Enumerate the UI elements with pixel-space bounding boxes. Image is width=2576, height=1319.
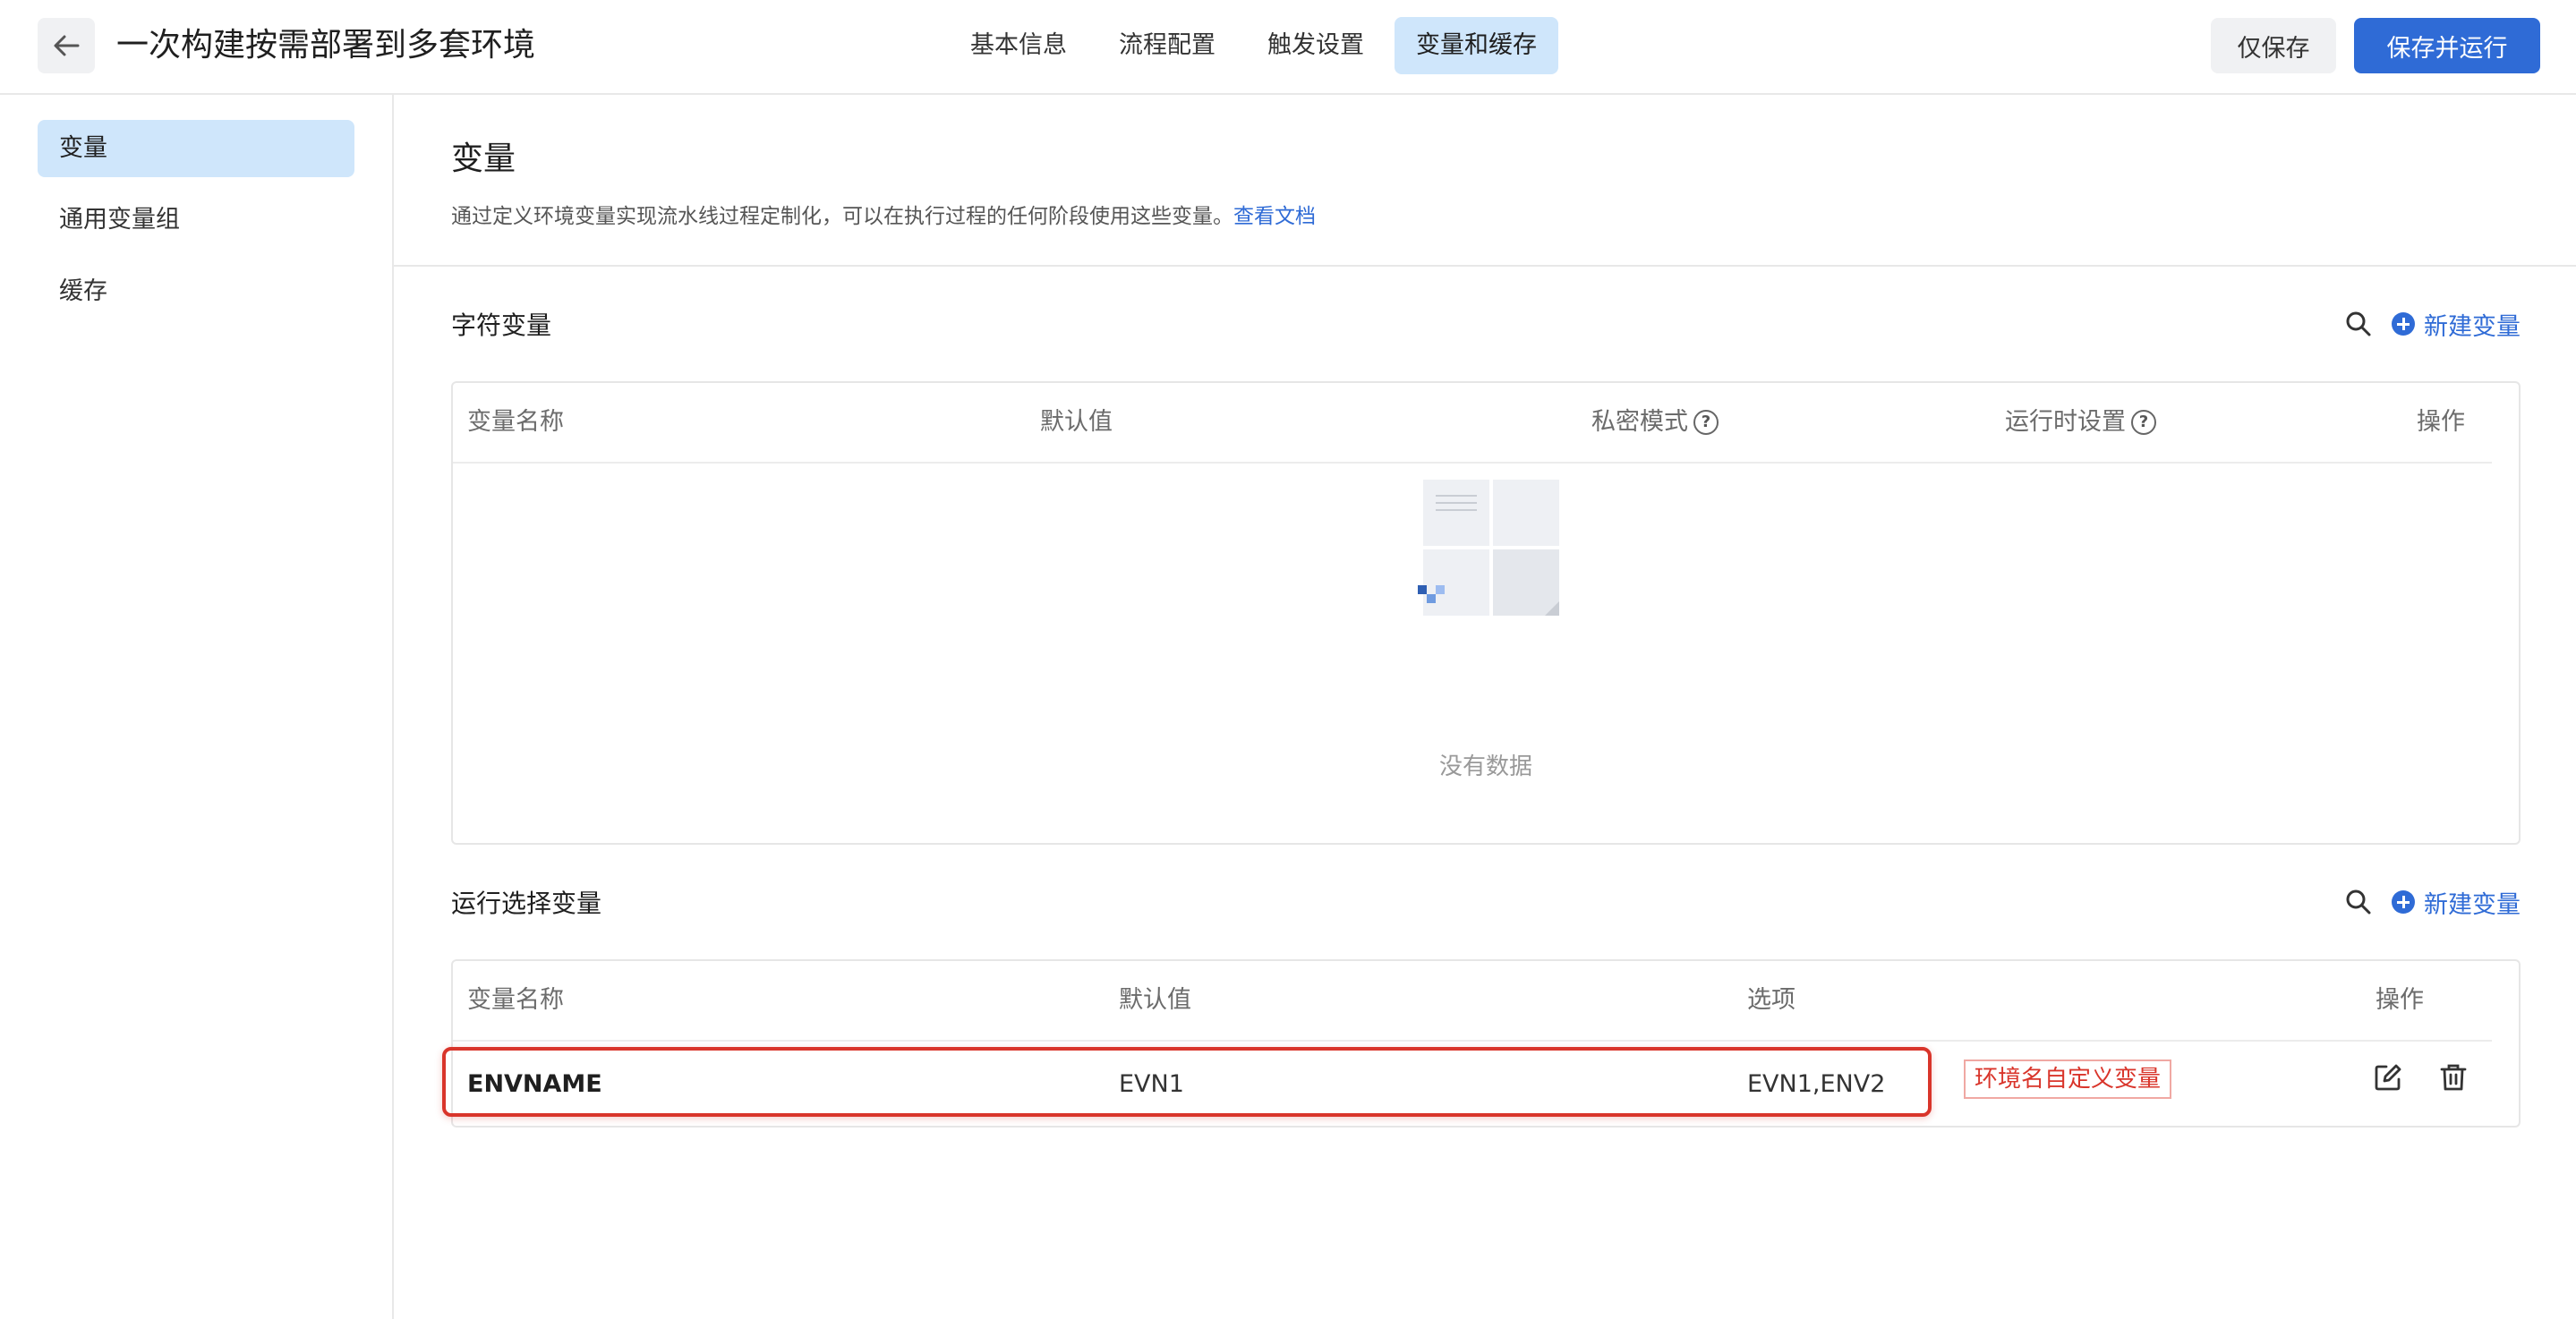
column-header-runtime-setting: 运行时设置 ? [2005,383,2156,462]
save-only-button[interactable]: 仅保存 [2211,18,2336,73]
top-bar: 一次构建按需部署到多套环境 基本信息 流程配置 触发设置 变量和缓存 仅保存 保… [0,0,2576,95]
edit-icon[interactable] [2374,1063,2402,1092]
delete-icon[interactable] [2440,1063,2467,1092]
sidebar-item-common-variable-groups[interactable]: 通用变量组 [38,191,354,249]
back-button[interactable] [38,18,95,73]
save-and-run-button[interactable]: 保存并运行 [2354,18,2540,73]
tab-trigger-settings[interactable]: 触发设置 [1246,17,1386,74]
view-docs-link[interactable]: 查看文档 [1233,205,1316,228]
column-header-default: 默认值 [1040,408,1113,436]
new-variable-label: 新建变量 [2424,890,2521,919]
new-select-variable-button[interactable]: 新建变量 [2392,885,2521,920]
page-title: 一次构建按需部署到多套环境 [116,27,536,64]
page-description: 通过定义环境变量实现流水线过程定制化，可以在执行过程的任何阶段使用这些变量。查看… [451,199,1316,229]
sidebar-item-variables[interactable]: 变量 [38,120,354,177]
new-string-variable-button[interactable]: 新建变量 [2392,307,2521,342]
column-header-name: 变量名称 [467,408,564,436]
select-variables-actions: 新建变量 [2345,884,2521,920]
column-header-actions: 操作 [2417,408,2465,436]
empty-state-illustration [1418,480,1559,616]
column-header-default: 默认值 [1119,986,1191,1014]
column-header-name: 变量名称 [467,986,564,1014]
column-header-private-mode: 私密模式 ? [1591,383,1719,462]
search-icon[interactable] [2345,311,2372,337]
annotation-label: 环境名自定义变量 [1964,1059,2172,1099]
sidebar: 变量 通用变量组 缓存 [0,95,394,1319]
highlight-box [442,1047,1932,1117]
column-header-actions: 操作 [2376,986,2424,1014]
tab-bar: 基本信息 流程配置 触发设置 变量和缓存 [949,17,1558,74]
tab-pipeline-config[interactable]: 流程配置 [1097,17,1237,74]
sidebar-item-cache[interactable]: 缓存 [38,263,354,320]
table-header: 变量名称 默认值 选项 操作 [453,961,2492,1042]
section-page-title: 变量 [451,140,516,177]
main-header: 变量 通过定义环境变量实现流水线过程定制化，可以在执行过程的任何阶段使用这些变量… [394,95,2576,267]
table-header: 变量名称 默认值 私密模式 ? 运行时设置 ? 操作 [453,383,2492,464]
help-icon[interactable]: ? [2131,410,2156,435]
help-icon[interactable]: ? [1693,410,1719,435]
description-text: 通过定义环境变量实现流水线过程定制化，可以在执行过程的任何阶段使用这些变量。 [451,205,1233,228]
string-variables-actions: 新建变量 [2345,306,2521,342]
string-variables-title: 字符变量 [451,311,552,340]
plus-circle-icon [2392,312,2415,336]
string-variables-table: 变量名称 默认值 私密模式 ? 运行时设置 ? 操作 没有数据 [451,381,2521,845]
tab-basic-info[interactable]: 基本信息 [949,17,1088,74]
arrow-left-icon [54,35,80,56]
tab-variables-cache[interactable]: 变量和缓存 [1395,17,1558,74]
search-icon[interactable] [2345,889,2372,915]
plus-circle-icon [2392,890,2415,914]
new-variable-label: 新建变量 [2424,312,2521,341]
column-header-options: 选项 [1747,986,1796,1014]
row-actions [2374,1063,2467,1092]
empty-state-text: 没有数据 [1438,753,1532,780]
select-variables-title: 运行选择变量 [451,889,602,918]
